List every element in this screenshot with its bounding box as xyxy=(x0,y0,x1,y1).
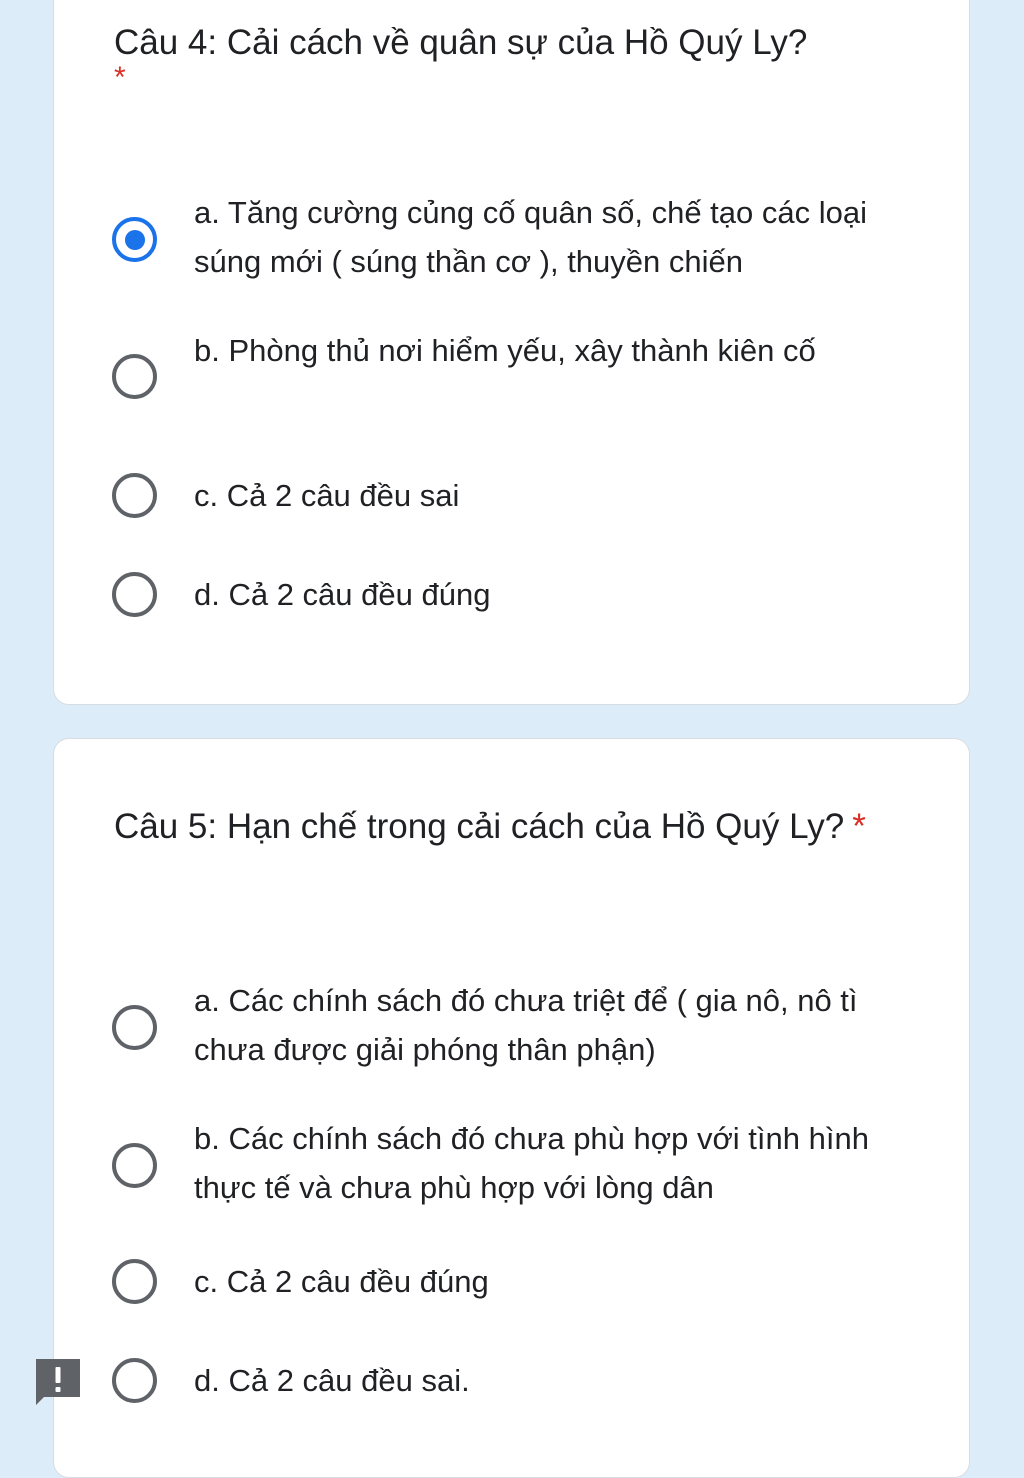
question-card-4: Câu 4: Cải cách về quân sự của Hồ Quý Ly… xyxy=(53,0,970,705)
option-label: c. Cả 2 câu đều đúng xyxy=(194,1264,489,1299)
question-title-text: Câu 5: Hạn chế trong cải cách của Hồ Quý… xyxy=(114,807,845,846)
radio-button[interactable] xyxy=(112,354,157,399)
required-asterisk: * xyxy=(852,807,866,846)
question-title: Câu 4: Cải cách về quân sự của Hồ Quý Ly… xyxy=(114,23,808,62)
required-asterisk: * xyxy=(114,61,126,94)
radio-button[interactable] xyxy=(112,572,157,617)
radio-button[interactable] xyxy=(112,473,157,518)
report-flag-icon[interactable] xyxy=(34,1357,82,1405)
radio-button-selected[interactable] xyxy=(112,217,157,262)
radio-button[interactable] xyxy=(112,1005,157,1050)
option-label: d. Cả 2 câu đều sai. xyxy=(194,1363,470,1398)
option-label: a. Các chính sách đó chưa triệt để ( gia… xyxy=(194,983,858,1067)
option-label: c. Cả 2 câu đều sai xyxy=(194,478,460,513)
question-title: Câu 5: Hạn chế trong cải cách của Hồ Quý… xyxy=(114,799,909,855)
radio-button[interactable] xyxy=(112,1358,157,1403)
option-label: b. Các chính sách đó chưa phù hợp với tì… xyxy=(194,1121,869,1205)
radio-button[interactable] xyxy=(112,1259,157,1304)
option-label: a. Tăng cường củng cố quân số, chế tạo c… xyxy=(194,195,867,279)
question-card-5: Câu 5: Hạn chế trong cải cách của Hồ Quý… xyxy=(53,738,970,1478)
radio-button[interactable] xyxy=(112,1143,157,1188)
option-label: b. Phòng thủ nơi hiểm yếu, xây thành kiê… xyxy=(194,333,816,368)
option-label: d. Cả 2 câu đều đúng xyxy=(194,577,491,612)
